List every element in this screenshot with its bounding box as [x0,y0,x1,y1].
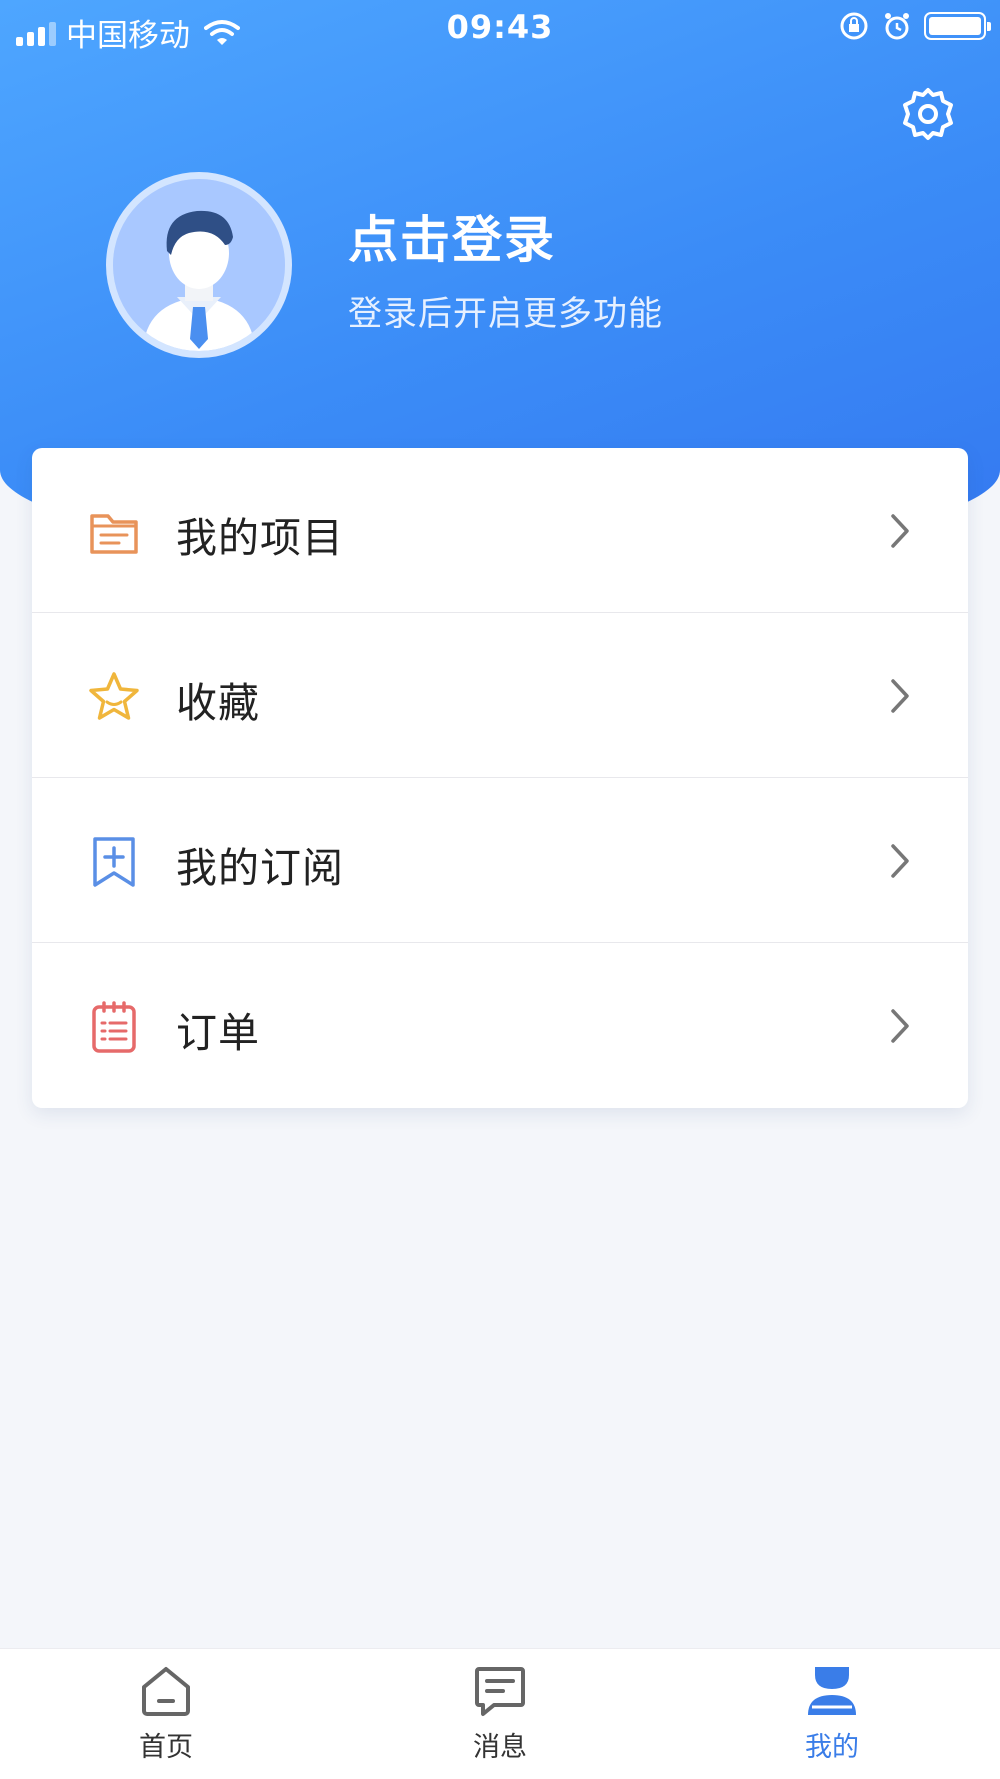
chevron-right-icon [891,1009,909,1043]
status-right [838,10,991,42]
user-avatar-icon[interactable] [106,172,292,358]
rotation-lock-icon [840,12,868,40]
status-bar: 中国移动 09:43 [0,0,1000,56]
gear-icon[interactable] [900,86,956,142]
avatar-figure [113,179,285,351]
tab-messages[interactable]: 消息 [400,1663,600,1764]
tab-home[interactable]: 首页 [66,1663,266,1764]
battery-icon [924,12,991,40]
bookmark-plus-icon [93,837,135,887]
order-list-icon [92,1001,136,1053]
tab-label: 首页 [139,1732,193,1763]
chevron-right-icon [891,679,909,713]
tab-bar: 首页 消息 我的 [0,1648,1000,1779]
tab-label: 消息 [473,1732,527,1763]
message-icon [475,1667,525,1716]
menu-item-orders[interactable]: 订单 [32,943,968,1108]
menu-label: 订单 [176,1009,260,1057]
tab-label: 我的 [805,1732,859,1763]
chevron-right-icon [891,514,909,548]
tab-profile[interactable]: 我的 [732,1663,932,1764]
menu-label: 我的订阅 [176,844,344,892]
login-title[interactable]: 点击登录 [348,200,556,272]
alarm-icon [885,13,909,40]
folder-icon [90,514,138,554]
menu-label: 收藏 [176,679,260,727]
menu-item-favorites[interactable]: 收藏 [32,613,968,778]
login-subtitle: 登录后开启更多功能 [348,294,663,334]
home-icon [142,1667,190,1716]
star-icon [89,672,139,720]
menu-item-subscriptions[interactable]: 我的订阅 [32,778,968,943]
menu-item-my-projects[interactable]: 我的项目 [32,448,968,613]
chevron-right-icon [891,844,909,878]
menu-card: 我的项目 收藏 我的订阅 订单 [32,448,968,1108]
profile-icon [808,1667,856,1715]
menu-label: 我的项目 [176,514,344,562]
